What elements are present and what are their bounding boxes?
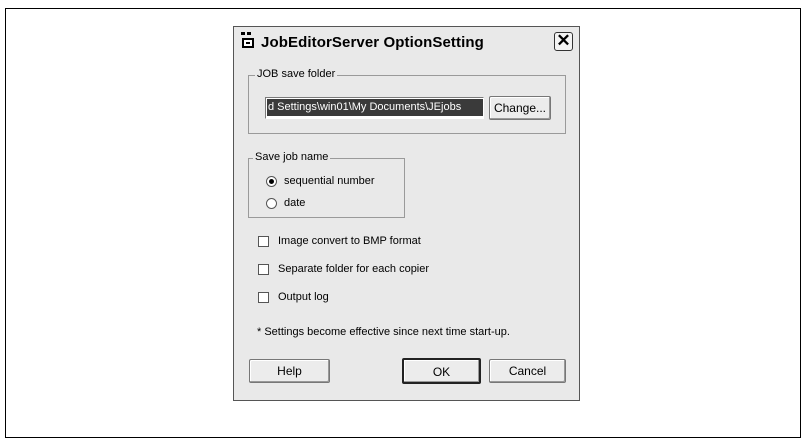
help-button[interactable]: Help [249,359,330,383]
app-icon [241,32,254,48]
radio-sequential-number-label: sequential number [284,175,375,187]
checkbox-image-convert-bmp-box[interactable] [258,236,269,247]
checkbox-image-convert-bmp[interactable]: Image convert to BMP format [258,234,478,250]
save-folder-path-value: d Settings\win01\My Documents\JEjobs [267,99,483,116]
title-bar[interactable]: JobEditorServer OptionSetting ✕ [234,27,579,58]
cancel-button[interactable]: Cancel [489,359,566,383]
ok-label: OK [432,365,451,379]
radio-sequential-number[interactable]: sequential number [266,174,396,190]
checkbox-image-convert-bmp-label: Image convert to BMP format [278,235,421,247]
close-icon: ✕ [556,31,571,50]
checkbox-output-log-label: Output log [278,291,329,303]
radio-date-label: date [284,197,306,209]
help-label: Help [277,364,302,378]
checkbox-separate-folder-label: Separate folder for each copier [278,263,430,275]
close-button[interactable]: ✕ [554,32,573,51]
ok-button[interactable]: OK [402,358,481,384]
save-folder-path-field[interactable]: d Settings\win01\My Documents\JEjobs [265,97,484,119]
change-folder-button[interactable]: Change... [489,96,551,120]
checkbox-separate-folder[interactable]: Separate folder for each copier [258,262,498,278]
checkbox-output-log-box[interactable] [258,292,269,303]
dialog-title: JobEditorServer OptionSetting [261,34,484,51]
save-job-name-legend: Save job name [253,151,331,163]
checkbox-separate-folder-box[interactable] [258,264,269,275]
cancel-label: Cancel [508,364,547,378]
restart-note: * Settings become effective since next t… [257,326,510,338]
job-save-folder-legend: JOB save folder [255,68,338,80]
checkbox-output-log[interactable]: Output log [258,290,378,306]
radio-date-button[interactable] [266,198,277,209]
radio-sequential-number-button[interactable] [266,176,277,187]
radio-date[interactable]: date [266,196,326,212]
change-folder-label: Change... [493,101,547,115]
